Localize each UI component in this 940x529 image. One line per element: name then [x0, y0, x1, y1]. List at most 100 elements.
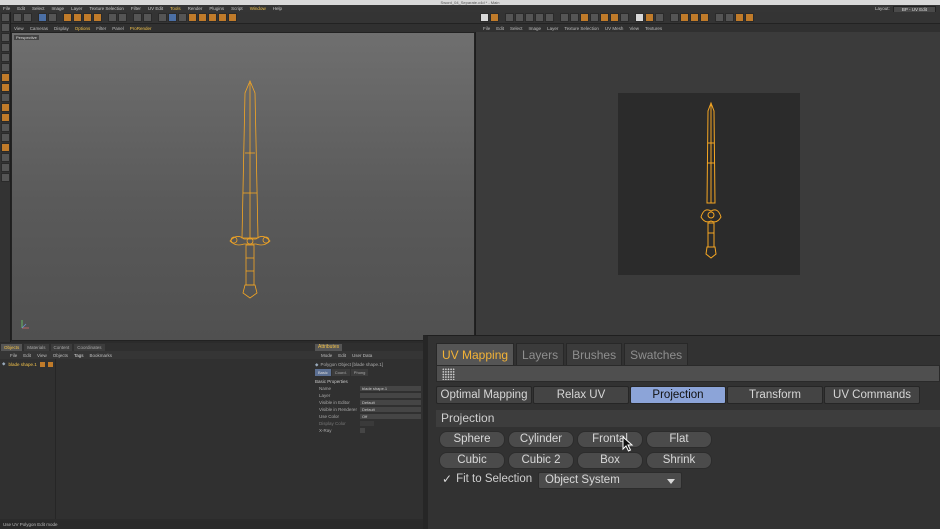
- uv-display-icon[interactable]: [745, 13, 754, 22]
- object-name[interactable]: blade shape.1: [8, 362, 36, 367]
- menu-tools[interactable]: Tools: [170, 6, 181, 11]
- cylinder-button[interactable]: Cylinder: [508, 431, 574, 448]
- render-region-icon[interactable]: [133, 13, 142, 22]
- attr-xray-checkbox[interactable]: [360, 428, 365, 433]
- uv-grid-icon[interactable]: [620, 13, 629, 22]
- undo-icon[interactable]: [13, 13, 22, 22]
- uv-menu-view[interactable]: View: [629, 26, 639, 31]
- camera-icon[interactable]: [218, 13, 227, 22]
- texture-channel-icon[interactable]: [680, 13, 689, 22]
- tab-materials[interactable]: Materials: [24, 343, 49, 351]
- tab-content[interactable]: Content: [50, 343, 73, 351]
- redo-icon[interactable]: [23, 13, 32, 22]
- uv-rotate-icon[interactable]: [580, 13, 589, 22]
- attr-menu-mode[interactable]: Mode: [321, 353, 332, 358]
- uv-menu-texture-selection[interactable]: Texture Selection: [564, 26, 599, 31]
- checkmark-icon[interactable]: ✓: [442, 472, 452, 486]
- box-button[interactable]: Box: [577, 452, 643, 469]
- vp-menu-view[interactable]: View: [14, 26, 24, 31]
- vp-menu-options[interactable]: Options: [75, 26, 91, 31]
- texture-mode-icon[interactable]: [1, 33, 10, 42]
- menu-file[interactable]: File: [3, 6, 10, 11]
- render-uv-icon[interactable]: [715, 13, 724, 22]
- obj-menu-bookmarks[interactable]: Bookmarks: [90, 353, 113, 358]
- spline-icon[interactable]: [168, 13, 177, 22]
- menu-texture-selection[interactable]: Texture Selection: [89, 6, 124, 11]
- menu-image[interactable]: Image: [52, 6, 65, 11]
- obj-menu-file[interactable]: File: [10, 353, 17, 358]
- rotate-icon[interactable]: [73, 13, 82, 22]
- attr-display-color-swatch[interactable]: [360, 421, 374, 426]
- attr-tab-basic[interactable]: Basic: [315, 369, 331, 376]
- sculpt-mode-icon[interactable]: [1, 123, 10, 132]
- obj-menu-view[interactable]: View: [37, 353, 47, 358]
- perspective-viewport[interactable]: Perspective: [11, 32, 475, 341]
- shrink-button[interactable]: Shrink: [646, 452, 712, 469]
- attr-tab-phong[interactable]: Phong: [350, 369, 369, 376]
- fit-to-selection-row[interactable]: ✓ Fit to Selection: [442, 472, 532, 486]
- eraser-icon[interactable]: [515, 13, 524, 22]
- attr-layer-field[interactable]: [360, 393, 421, 398]
- polygons-mode-icon[interactable]: [1, 83, 10, 92]
- y-axis-icon[interactable]: [93, 13, 102, 22]
- uv-relax-icon[interactable]: [600, 13, 609, 22]
- tab-swatches[interactable]: Swatches: [624, 343, 689, 365]
- texture-view-icon[interactable]: [670, 13, 679, 22]
- vp-menu-panel[interactable]: Panel: [112, 26, 124, 31]
- lock-workplane-icon[interactable]: [1, 143, 10, 152]
- obj-menu-tags[interactable]: Tags: [74, 353, 84, 358]
- live-selection-icon[interactable]: [38, 13, 47, 22]
- uv-mirror-icon[interactable]: [590, 13, 599, 22]
- subtab-relax-uv[interactable]: Relax UV: [533, 386, 629, 404]
- attr-visible-renderer-select[interactable]: Default: [360, 407, 421, 412]
- snap-icon[interactable]: [1, 133, 10, 142]
- brush-icon[interactable]: [505, 13, 514, 22]
- x-axis-icon[interactable]: [83, 13, 92, 22]
- workplane-icon[interactable]: [1, 43, 10, 52]
- attr-name-field[interactable]: blade shape.1: [360, 386, 421, 391]
- subtab-uv-commands[interactable]: UV Commands: [824, 386, 920, 404]
- tab-coordinates[interactable]: Coordinates: [74, 343, 105, 351]
- nurbs-icon[interactable]: [178, 13, 187, 22]
- solo-icon[interactable]: [1, 173, 10, 182]
- array-icon[interactable]: [188, 13, 197, 22]
- paint-mode-icon[interactable]: [1, 113, 10, 122]
- uv-lasso-icon[interactable]: [655, 13, 664, 22]
- uv-weld-icon[interactable]: [610, 13, 619, 22]
- uv-checker-icon[interactable]: [735, 13, 744, 22]
- uv-polygon-mode-icon[interactable]: [480, 13, 489, 22]
- scene-icon[interactable]: [208, 13, 217, 22]
- tab-layers[interactable]: Layers: [516, 343, 565, 365]
- obj-menu-edit[interactable]: Edit: [23, 353, 31, 358]
- menu-script[interactable]: Script: [231, 6, 243, 11]
- menu-edit[interactable]: Edit: [17, 6, 25, 11]
- texture-tile-icon[interactable]: [700, 13, 709, 22]
- subtab-transform[interactable]: Transform: [727, 386, 823, 404]
- planar-workplane-icon[interactable]: [1, 153, 10, 162]
- edges-mode-icon[interactable]: [1, 73, 10, 82]
- model-mode-icon[interactable]: [1, 23, 10, 32]
- uv-points-icon[interactable]: [1, 93, 10, 102]
- uv-menu-select[interactable]: Select: [510, 26, 523, 31]
- cubic-button[interactable]: Cubic: [439, 452, 505, 469]
- tab-objects[interactable]: Objects: [1, 343, 23, 351]
- menu-render[interactable]: Render: [188, 6, 203, 11]
- uv-menu-layer[interactable]: Layer: [547, 26, 558, 31]
- uv-move-icon[interactable]: [560, 13, 569, 22]
- fill-icon[interactable]: [525, 13, 534, 22]
- deformer-icon[interactable]: [198, 13, 207, 22]
- tab-brushes[interactable]: Brushes: [566, 343, 623, 365]
- attr-menu-user-data[interactable]: User Data: [352, 353, 372, 358]
- menu-window[interactable]: Window: [250, 6, 266, 11]
- quantize-icon[interactable]: [1, 163, 10, 172]
- sphere-button[interactable]: Sphere: [439, 431, 505, 448]
- tab-uv-mapping[interactable]: UV Mapping: [436, 343, 515, 365]
- move-icon[interactable]: [48, 13, 57, 22]
- bake-icon[interactable]: [725, 13, 734, 22]
- attr-tab-coord[interactable]: Coord.: [331, 369, 350, 376]
- uv-snap-icon[interactable]: [645, 13, 654, 22]
- vp-menu-cameras[interactable]: Cameras: [30, 26, 48, 31]
- vp-menu-filter[interactable]: Filter: [96, 26, 106, 31]
- uv-menu-image[interactable]: Image: [529, 26, 542, 31]
- coordinate-system-select[interactable]: Object System: [538, 472, 682, 489]
